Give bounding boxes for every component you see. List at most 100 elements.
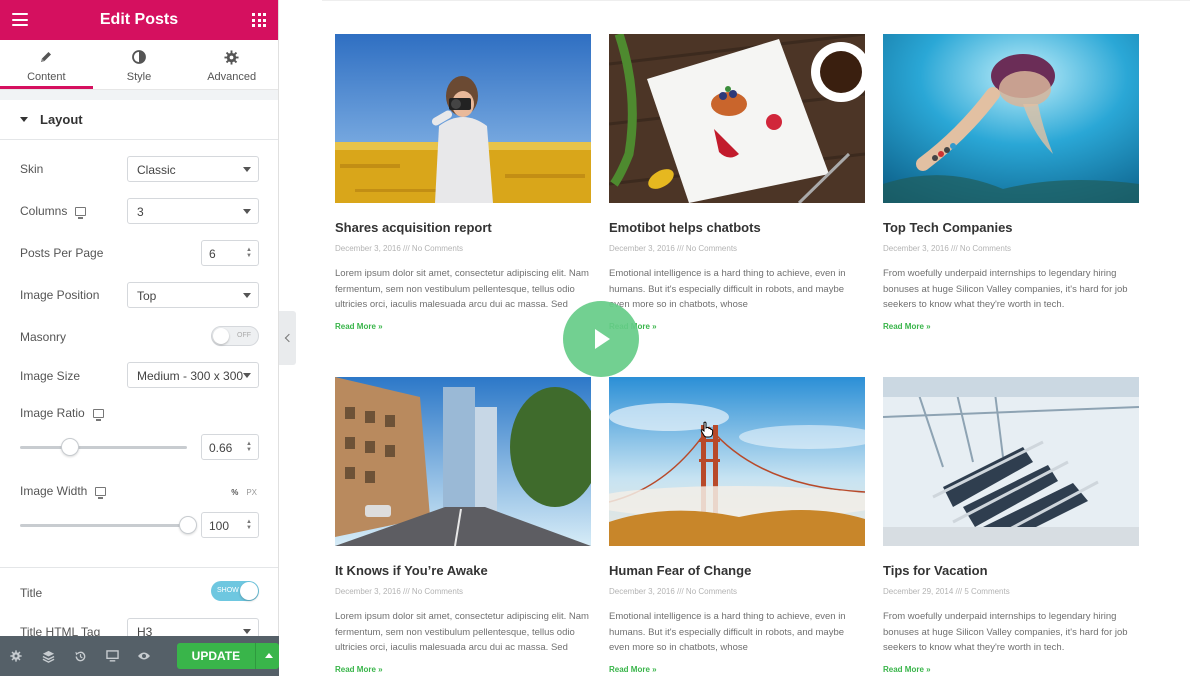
image-ratio-slider-handle[interactable]	[61, 438, 79, 456]
control-title-tag: Title HTML Tag H3	[20, 617, 259, 636]
post-meta: December 3, 2016 /// No Comments	[609, 587, 738, 596]
post-title[interactable]: Shares acquisition report	[335, 220, 591, 235]
spinner-icon[interactable]: ▲ ▼	[246, 247, 252, 259]
tab-label: Content	[27, 71, 66, 83]
post-meta: December 29, 2014 /// 5 Comments	[883, 587, 1010, 596]
apps-grid-icon[interactable]	[252, 13, 266, 27]
post-card: Human Fear of Change December 3, 2016 //…	[609, 377, 865, 674]
tab-style[interactable]: Style	[92, 40, 186, 89]
image-position-select[interactable]: Top	[127, 282, 259, 308]
gear-icon	[185, 48, 278, 66]
tab-label: Advanced	[207, 71, 257, 83]
post-card: Emotibot helps chatbots December 3, 2016…	[609, 34, 865, 331]
post-title[interactable]: Tips for Vacation	[883, 563, 1139, 578]
post-excerpt: Emotional intelligence is a hard thing t…	[609, 268, 846, 310]
control-columns: Columns 3	[20, 197, 259, 225]
responsive-mode-icon[interactable]	[96, 636, 128, 676]
control-image-width: Image Width % PX 100 ▲ ▼	[20, 481, 259, 561]
image-ratio-slider[interactable]	[20, 446, 187, 449]
panel-tabs: Content Style Advanced	[0, 40, 279, 90]
masonry-label: Masonry	[20, 330, 67, 344]
desktop-icon[interactable]	[75, 206, 87, 219]
read-more-link[interactable]: Read More »	[883, 322, 1139, 331]
update-options-caret-icon[interactable]	[254, 643, 279, 669]
post-meta: December 3, 2016 /// No Comments	[335, 587, 464, 596]
image-width-slider[interactable]	[20, 524, 187, 527]
post-meta: December 3, 2016 /// No Comments	[609, 244, 738, 253]
control-posts-per-page: Posts Per Page 6 ▲ ▼	[20, 239, 259, 267]
post-card: Shares acquisition report December 3, 20…	[335, 34, 591, 331]
post-excerpt: From woefully underpaid internships to l…	[883, 611, 1128, 653]
skin-select[interactable]: Classic	[127, 156, 259, 182]
desktop-icon[interactable]	[92, 408, 104, 421]
image-size-label: Image Size	[20, 369, 81, 383]
title-tag-label: Title HTML Tag	[20, 625, 101, 636]
play-video-icon[interactable]	[563, 301, 639, 377]
layout-controls: Skin Classic Columns 3 Posts Per Page 6 ▲…	[0, 140, 278, 567]
layers-icon[interactable]	[32, 636, 64, 676]
read-more-link[interactable]: Read More »	[609, 322, 865, 331]
panel-title: Edit Posts	[99, 11, 179, 28]
title-tag-select[interactable]: H3	[127, 618, 259, 636]
section-title: Layout	[40, 112, 83, 127]
update-button[interactable]: UPDATE	[177, 643, 255, 669]
hand-cursor-icon	[700, 421, 714, 443]
image-width-input[interactable]: 100 ▲ ▼	[201, 512, 259, 538]
masonry-toggle[interactable]: OFF	[211, 326, 259, 346]
read-more-link[interactable]: Read More »	[883, 665, 1139, 674]
image-size-select[interactable]: Medium - 300 x 300	[127, 362, 259, 388]
title-controls: Title SHOW Title HTML Tag H3	[0, 568, 278, 636]
unit-switch[interactable]: % PX	[231, 488, 257, 497]
spinner-icon[interactable]: ▲ ▼	[246, 519, 252, 531]
pencil-icon	[0, 48, 93, 66]
tab-label: Style	[126, 71, 152, 83]
settings-icon[interactable]	[0, 636, 32, 676]
read-more-link[interactable]: Read More »	[609, 665, 865, 674]
skin-label: Skin	[20, 162, 44, 176]
columns-select[interactable]: 3	[127, 198, 259, 224]
collapse-panel-handle[interactable]	[279, 311, 296, 365]
page-preview: Shares acquisition report December 3, 20…	[296, 0, 1200, 676]
post-image-bridge-fog[interactable]	[609, 377, 865, 546]
post-image-city-street[interactable]	[335, 377, 591, 546]
post-card: Tips for Vacation December 29, 2014 /// …	[883, 377, 1139, 674]
tab-content[interactable]: Content	[0, 40, 93, 89]
image-width-label: Image Width	[20, 484, 107, 499]
read-more-link[interactable]: Read More »	[335, 322, 591, 331]
contrast-icon	[93, 48, 186, 66]
section-layout-header[interactable]: Layout	[0, 100, 278, 140]
control-title: Title SHOW	[20, 581, 259, 609]
image-ratio-label: Image Ratio	[20, 406, 104, 421]
post-image-photographer[interactable]	[335, 34, 591, 203]
read-more-link[interactable]: Read More »	[335, 665, 591, 674]
image-position-label: Image Position	[20, 288, 100, 302]
post-title[interactable]: It Knows if You’re Awake	[335, 563, 591, 578]
post-title[interactable]: Emotibot helps chatbots	[609, 220, 865, 235]
panel-footer: UPDATE	[0, 636, 279, 676]
title-toggle[interactable]: SHOW	[211, 581, 259, 601]
post-image-dessert[interactable]	[609, 34, 865, 203]
post-image-airport-seats[interactable]	[883, 377, 1139, 546]
desktop-icon[interactable]	[95, 486, 107, 499]
control-image-position: Image Position Top	[20, 281, 259, 309]
posts-per-page-label: Posts Per Page	[20, 246, 104, 260]
control-image-ratio: Image Ratio 0.66 ▲ ▼	[20, 403, 259, 478]
posts-per-page-input[interactable]: 6 ▲ ▼	[201, 240, 259, 266]
preview-eye-icon[interactable]	[128, 636, 160, 676]
post-excerpt: From woefully underpaid internships to l…	[883, 268, 1128, 310]
image-ratio-input[interactable]: 0.66 ▲ ▼	[201, 434, 259, 460]
panel-body: Layout Skin Classic Columns 3 Posts Per …	[0, 90, 278, 636]
spinner-icon[interactable]: ▲ ▼	[246, 441, 252, 453]
post-excerpt: Emotional intelligence is a hard thing t…	[609, 611, 846, 653]
post-title[interactable]: Human Fear of Change	[609, 563, 865, 578]
post-meta: December 3, 2016 /// No Comments	[883, 244, 1012, 253]
post-title[interactable]: Top Tech Companies	[883, 220, 1139, 235]
post-image-underwater[interactable]	[883, 34, 1139, 203]
post-card: It Knows if You’re Awake December 3, 201…	[335, 377, 591, 674]
title-label: Title	[20, 586, 43, 600]
tab-advanced[interactable]: Advanced	[185, 40, 279, 89]
post-excerpt: Lorem ipsum dolor sit amet, consectetur …	[335, 611, 589, 653]
control-image-size: Image Size Medium - 300 x 300	[20, 361, 259, 389]
image-width-slider-handle[interactable]	[179, 516, 197, 534]
history-icon[interactable]	[64, 636, 96, 676]
